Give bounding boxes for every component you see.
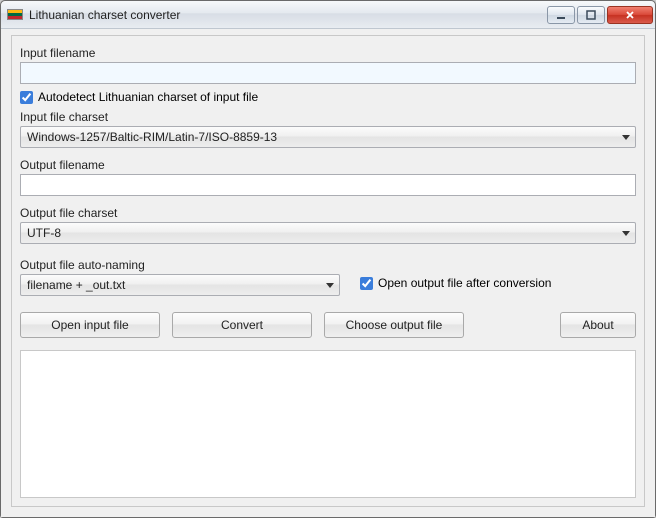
open-after-label: Open output file after conversion xyxy=(378,276,551,290)
open-after-checkbox[interactable] xyxy=(360,277,373,290)
output-charset-combo[interactable]: UTF-8 xyxy=(20,222,636,244)
about-button[interactable]: About xyxy=(560,312,636,338)
titlebar[interactable]: Lithuanian charset converter xyxy=(1,1,655,29)
output-charset-label: Output file charset xyxy=(20,206,636,220)
output-charset-value: UTF-8 xyxy=(27,226,61,240)
open-after-row[interactable]: Open output file after conversion xyxy=(360,276,551,294)
auto-naming-value: filename + _out.txt xyxy=(27,278,125,292)
app-window: Lithuanian charset converter Input filen… xyxy=(0,0,656,518)
maximize-button[interactable] xyxy=(577,6,605,24)
convert-button[interactable]: Convert xyxy=(172,312,312,338)
chevron-down-icon xyxy=(622,135,630,140)
log-output xyxy=(20,350,636,498)
choose-output-button[interactable]: Choose output file xyxy=(324,312,464,338)
chevron-down-icon xyxy=(326,283,334,288)
auto-naming-label: Output file auto-naming xyxy=(20,258,340,272)
input-filename-field[interactable] xyxy=(20,62,636,84)
input-filename-label: Input filename xyxy=(20,46,636,60)
client-area: Input filename Autodetect Lithuanian cha… xyxy=(1,29,655,517)
window-title: Lithuanian charset converter xyxy=(29,8,180,22)
close-button[interactable] xyxy=(607,6,653,24)
autodetect-label: Autodetect Lithuanian charset of input f… xyxy=(38,90,258,104)
input-charset-combo[interactable]: Windows-1257/Baltic-RIM/Latin-7/ISO-8859… xyxy=(20,126,636,148)
output-filename-field[interactable] xyxy=(20,174,636,196)
output-filename-label: Output filename xyxy=(20,158,636,172)
input-charset-value: Windows-1257/Baltic-RIM/Latin-7/ISO-8859… xyxy=(27,130,277,144)
button-row: Open input file Convert Choose output fi… xyxy=(20,312,636,338)
auto-naming-combo[interactable]: filename + _out.txt xyxy=(20,274,340,296)
minimize-button[interactable] xyxy=(547,6,575,24)
window-controls xyxy=(547,6,653,24)
autodetect-checkbox[interactable] xyxy=(20,91,33,104)
input-charset-label: Input file charset xyxy=(20,110,636,124)
chevron-down-icon xyxy=(622,231,630,236)
open-input-button[interactable]: Open input file xyxy=(20,312,160,338)
lithuania-flag-icon xyxy=(7,9,23,20)
autodetect-row[interactable]: Autodetect Lithuanian charset of input f… xyxy=(20,90,636,104)
main-panel: Input filename Autodetect Lithuanian cha… xyxy=(11,35,645,507)
